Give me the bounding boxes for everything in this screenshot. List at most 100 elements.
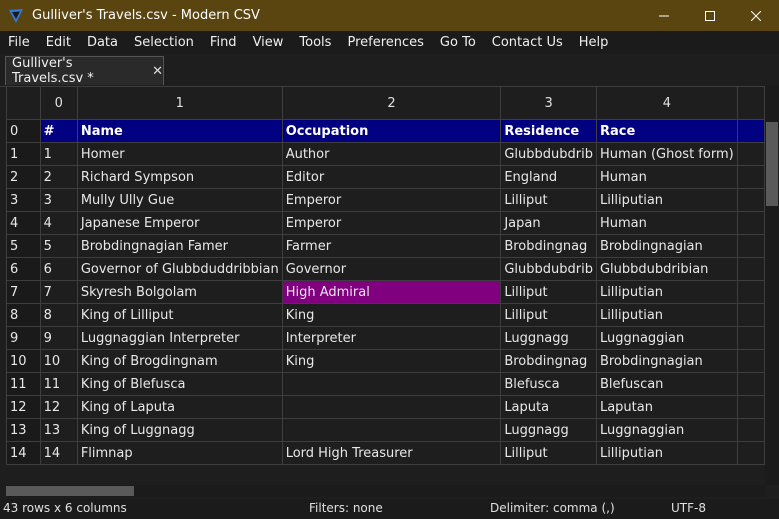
cell[interactable]: King <box>281 349 502 373</box>
cell[interactable]: Japan <box>500 211 597 235</box>
cell-empty[interactable] <box>736 211 765 235</box>
cell[interactable] <box>281 372 502 396</box>
cell-empty[interactable] <box>736 418 765 442</box>
row-index[interactable]: 14 <box>6 441 41 465</box>
cell[interactable]: Blefusca <box>500 372 597 396</box>
cell-empty[interactable] <box>736 142 765 166</box>
cell[interactable]: 13 <box>39 418 78 442</box>
cell[interactable]: 1 <box>39 142 78 166</box>
cell[interactable]: England <box>500 165 597 189</box>
cell[interactable]: Laputa <box>500 395 597 419</box>
menu-find[interactable]: Find <box>202 31 245 54</box>
row-index[interactable]: 10 <box>6 349 41 373</box>
cell-empty[interactable] <box>736 395 765 419</box>
cell[interactable]: Human <box>595 211 738 235</box>
cell-empty[interactable] <box>736 441 765 465</box>
cell[interactable]: Author <box>281 142 502 166</box>
vertical-scroll-thumb[interactable] <box>766 122 778 206</box>
horizontal-scrollbar[interactable] <box>6 485 765 497</box>
row-index[interactable]: 9 <box>6 326 41 350</box>
cell[interactable]: Luggnagg <box>500 326 597 350</box>
cell[interactable]: 10 <box>39 349 78 373</box>
cell[interactable]: Name <box>76 119 283 143</box>
row-index[interactable]: 1 <box>6 142 41 166</box>
status-filters[interactable]: Filters: none <box>309 501 383 515</box>
cell[interactable]: 8 <box>39 303 78 327</box>
row-index[interactable]: 11 <box>6 372 41 396</box>
cell[interactable]: King of Brogdingnam <box>76 349 283 373</box>
cell[interactable]: Luggnaggian <box>595 326 738 350</box>
row-index[interactable]: 5 <box>6 234 41 258</box>
cell[interactable]: Laputan <box>595 395 738 419</box>
cell-empty[interactable] <box>736 165 765 189</box>
cell-empty[interactable] <box>736 188 765 212</box>
cell[interactable] <box>281 395 502 419</box>
cell[interactable]: Brobdingnagian <box>595 234 738 258</box>
cell[interactable]: 9 <box>39 326 78 350</box>
cell[interactable]: King of Blefusca <box>76 372 283 396</box>
cell[interactable]: Mully Ully Gue <box>76 188 283 212</box>
cell[interactable]: Lilliputian <box>595 188 738 212</box>
menu-edit[interactable]: Edit <box>38 31 79 54</box>
menu-selection[interactable]: Selection <box>126 31 202 54</box>
cell[interactable]: Brobdingnagian <box>595 349 738 373</box>
cell-empty[interactable] <box>736 257 765 281</box>
menu-view[interactable]: View <box>245 31 292 54</box>
cell[interactable]: Lilliput <box>500 280 597 304</box>
cell[interactable]: Glubbdubdrib <box>500 257 597 281</box>
cell[interactable]: Race <box>595 119 738 143</box>
cell[interactable]: Flimnap <box>76 441 283 465</box>
cell[interactable]: 5 <box>39 234 78 258</box>
column-index-4[interactable]: 4 <box>595 86 738 120</box>
cell[interactable]: King of Lilliput <box>76 303 283 327</box>
cell[interactable]: Human <box>595 165 738 189</box>
tab-file[interactable]: Gulliver's Travels.csv * ✕ <box>5 56 164 86</box>
row-index[interactable]: 3 <box>6 188 41 212</box>
row-index[interactable]: 0 <box>6 119 41 143</box>
cell[interactable]: 3 <box>39 188 78 212</box>
cell[interactable]: Editor <box>281 165 502 189</box>
row-index[interactable]: 2 <box>6 165 41 189</box>
cell[interactable]: 12 <box>39 395 78 419</box>
cell-empty[interactable] <box>736 326 765 350</box>
menu-preferences[interactable]: Preferences <box>339 31 431 54</box>
cell[interactable]: Luggnaggian <box>595 418 738 442</box>
tab-close-icon[interactable]: ✕ <box>152 64 163 79</box>
cell[interactable]: Glubbdubdrib <box>500 142 597 166</box>
cell[interactable] <box>281 418 502 442</box>
cell[interactable]: Homer <box>76 142 283 166</box>
menu-tools[interactable]: Tools <box>291 31 339 54</box>
row-index[interactable]: 6 <box>6 257 41 281</box>
cell[interactable]: Human (Ghost form) <box>595 142 738 166</box>
cell[interactable]: Lilliputian <box>595 303 738 327</box>
cell[interactable]: Residence <box>500 119 597 143</box>
cell[interactable]: King of Laputa <box>76 395 283 419</box>
cell-empty[interactable] <box>736 234 765 258</box>
cell-empty[interactable] <box>736 372 765 396</box>
status-delimiter[interactable]: Delimiter: comma (,) <box>490 501 615 515</box>
cell[interactable]: Skyresh Bolgolam <box>76 280 283 304</box>
cell[interactable]: 2 <box>39 165 78 189</box>
cell[interactable]: Emperor <box>281 211 502 235</box>
cell[interactable]: Farmer <box>281 234 502 258</box>
cell[interactable]: Lilliput <box>500 188 597 212</box>
cell[interactable]: Brobdingnag <box>500 349 597 373</box>
cell[interactable]: # <box>39 119 78 143</box>
menu-contact-us[interactable]: Contact Us <box>484 31 571 54</box>
cell[interactable]: Brobdingnagian Famer <box>76 234 283 258</box>
cell[interactable]: Interpreter <box>281 326 502 350</box>
cell[interactable]: 7 <box>39 280 78 304</box>
minimize-button[interactable] <box>641 0 687 31</box>
cell[interactable]: Governor of Glubbduddribbian <box>76 257 283 281</box>
cell[interactable]: Japanese Emperor <box>76 211 283 235</box>
cell[interactable]: Occupation <box>281 119 502 143</box>
horizontal-scroll-thumb[interactable] <box>6 486 134 496</box>
row-index[interactable]: 4 <box>6 211 41 235</box>
row-index[interactable]: 12 <box>6 395 41 419</box>
cell[interactable]: King <box>281 303 502 327</box>
cell[interactable]: Brobdingnag <box>500 234 597 258</box>
vertical-scrollbar[interactable] <box>765 86 779 485</box>
column-index-0[interactable]: 0 <box>39 86 78 120</box>
cell[interactable]: Governor <box>281 257 502 281</box>
cell[interactable]: Emperor <box>281 188 502 212</box>
